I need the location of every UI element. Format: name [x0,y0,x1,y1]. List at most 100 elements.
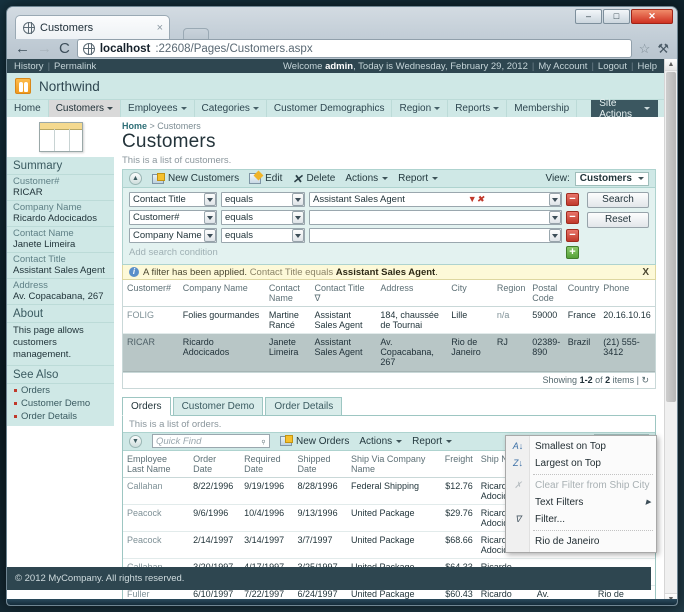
quick-find-input[interactable]: Quick Find ⌕ [152,434,270,449]
col-address[interactable]: Address [376,280,448,308]
filter-field-select-2[interactable]: Customer# [129,210,217,225]
search-icon[interactable]: ⌕ [258,435,269,446]
menu-item-filter[interactable]: ∇ Filter... [506,511,656,528]
nav-item-customers[interactable]: Customers [48,100,122,117]
filter-value-input-1[interactable]: Assistant Sales Agent ▼✖ [309,192,562,207]
remove-filter-button-2[interactable]: − [566,211,579,224]
table-row[interactable]: FOLIG Folies gourmandes Martine Rancé As… [123,306,655,335]
browser-tab[interactable]: Customers × [15,15,170,39]
minimize-button[interactable]: – [575,9,602,24]
tab-customer-demo[interactable]: Customer Demo [172,396,264,415]
breadcrumb-home[interactable]: Home [122,121,147,131]
tab-order-details[interactable]: Order Details [265,396,343,415]
col-required-date[interactable]: Required Date [240,450,294,478]
chevron-down-icon [549,229,561,242]
collapse-toggle-icon[interactable]: ▲ [129,172,142,185]
app-topbar: History | Permalink Welcome admin, Today… [7,59,664,73]
permalink-link[interactable]: Permalink [54,61,96,72]
new-orders-button[interactable]: New Orders [280,435,349,447]
page-scrollbar[interactable]: ▲ ▼ [664,59,677,605]
col-ship-via-company-name[interactable]: Ship Via Company Name [346,450,434,478]
filter-value-input-3[interactable] [309,228,562,243]
orders-report-menu-button[interactable]: Report [412,436,453,447]
sidebar-about-text: This page allows customers management. [7,323,114,366]
col-shipped-date[interactable]: Shipped Date [293,450,347,478]
nav-item-membership[interactable]: Membership [507,100,578,117]
col-phone[interactable]: Phone [599,280,655,308]
add-condition-row: Add search condition + [129,246,649,259]
col-region[interactable]: Region [492,280,529,308]
close-window-button[interactable]: ✕ [631,9,673,24]
column-filter-icon[interactable]: ∇ [314,293,320,303]
nav-item-categories[interactable]: Categories [195,100,267,117]
sidebar-summary-header: Summary [7,157,114,175]
nav-item-reports[interactable]: Reports [448,100,508,117]
menu-item-largest-on-top[interactable]: Z↓ Largest on Top [506,455,656,472]
sidebar-link-orders[interactable]: Orders [7,384,114,397]
report-menu-button[interactable]: Report [398,173,439,184]
edit-button[interactable]: Edit [249,173,282,184]
col-contact-name[interactable]: Contact Name [264,280,311,308]
funnel-filter-icon[interactable]: ▼✖ [468,194,486,205]
filter-value-input-2[interactable] [309,210,562,225]
address-bar[interactable]: localhost:22608/Pages/Customers.aspx [76,39,632,58]
add-filter-button[interactable]: + [566,246,579,259]
maximize-button[interactable]: □ [603,9,630,24]
orders-collapse-toggle-icon[interactable]: ▼ [129,434,142,448]
table-row[interactable]: RICAR Ricardo Adocicados Janete Limeira … [123,333,655,372]
remove-filter-button-3[interactable]: − [566,229,579,242]
back-icon[interactable]: ← [15,41,30,56]
menu-item-smallest-on-top[interactable]: A↓ Smallest on Top [506,438,656,455]
wrench-menu-icon[interactable]: ⚒ [657,41,669,57]
site-actions-button[interactable]: Site Actions [591,98,658,120]
nav-item-region[interactable]: Region [392,100,449,117]
nav-item-home[interactable]: Home [7,100,49,117]
scroll-up-arrow[interactable]: ▲ [665,59,677,71]
my-account-link[interactable]: My Account [538,61,587,72]
filter-field-select-1[interactable]: Contact Title [129,192,217,207]
filter-operator-select-3[interactable]: equals [221,228,305,243]
reload-icon[interactable]: C [59,41,70,56]
window-controls: – □ ✕ [575,9,673,24]
history-link[interactable]: History [14,61,44,72]
col-customer-number[interactable]: Customer# [123,280,179,308]
menu-item-value-rio-de-janeiro[interactable]: Rio de Janeiro [506,533,656,550]
help-link[interactable]: Help [637,61,657,72]
scrollbar-thumb[interactable] [666,72,676,402]
col-freight[interactable]: Freight [433,450,477,478]
logout-link[interactable]: Logout [598,61,627,72]
chevron-down-icon [434,107,441,110]
col-company-name[interactable]: Company Name [178,280,265,308]
col-employee-last-name[interactable]: Employee Last Name [123,450,190,478]
close-tab-icon[interactable]: × [157,22,163,34]
new-customers-button[interactable]: New Customers [152,172,239,184]
refresh-icon[interactable]: ↻ [641,375,649,385]
nav-item-employees[interactable]: Employees [121,100,195,117]
page-viewport: ▲ ▼ History | Permalink Welcome admin, T… [7,59,677,605]
search-button[interactable]: Search [587,192,649,208]
col-order-date[interactable]: Order Date [189,450,241,478]
delete-button[interactable]: ✕ Delete [292,173,335,185]
sidebar-link-order-details[interactable]: Order Details [7,410,114,426]
filter-field-select-3[interactable]: Company Name [129,228,217,243]
col-city[interactable]: City [447,280,493,308]
filter-operator-select-2[interactable]: equals [221,210,305,225]
bookmark-star-icon[interactable]: ☆ [639,41,651,57]
actions-menu-button[interactable]: Actions [345,173,389,184]
dismiss-notice-icon[interactable]: X [642,267,649,278]
customers-grid: Customer# Company Name Contact Name Cont… [122,280,656,389]
tab-orders[interactable]: Orders [122,396,171,416]
col-country[interactable]: Country [563,280,599,308]
nav-item-customer-demographics[interactable]: Customer Demographics [267,100,393,117]
remove-filter-button-1[interactable]: − [566,193,579,206]
col-contact-title[interactable]: Contact Title ∇ [310,280,377,308]
orders-actions-menu-button[interactable]: Actions [359,436,403,447]
sidebar-link-customer-demo[interactable]: Customer Demo [7,397,114,410]
filter-operator-select-1[interactable]: equals [221,192,305,207]
cell-employee-last-name: Peacock [123,531,190,560]
col-postal-code[interactable]: Postal Code [528,280,564,308]
menu-item-text-filters[interactable]: Text Filters ▶ [506,494,656,511]
reset-button[interactable]: Reset [587,212,649,228]
customers-view-select[interactable]: Customers [574,171,649,186]
summary-value-contact-name: Janete Limeira [7,239,114,253]
